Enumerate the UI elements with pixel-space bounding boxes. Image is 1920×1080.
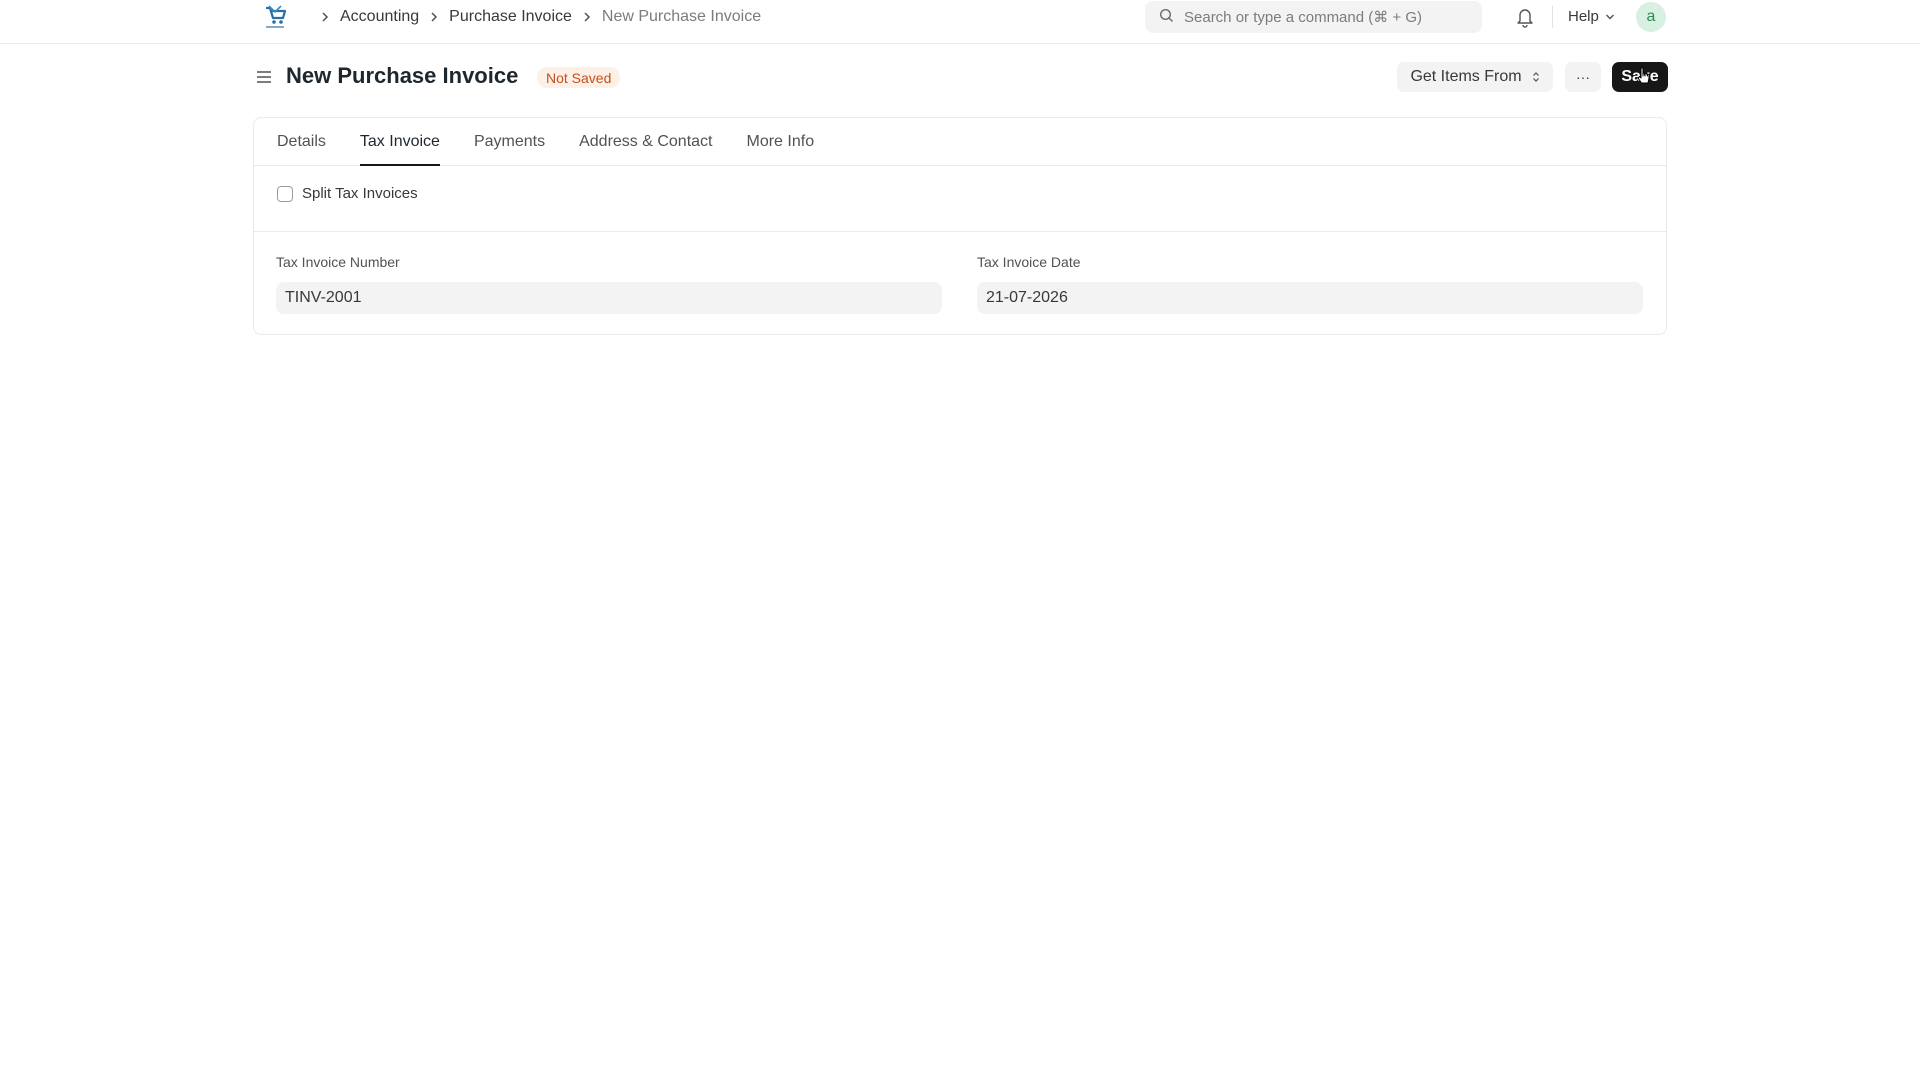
search-icon <box>1159 8 1174 27</box>
tab-details[interactable]: Details <box>277 118 326 165</box>
breadcrumb-accounting[interactable]: Accounting <box>340 8 419 26</box>
nav-divider <box>1552 6 1553 28</box>
page-title: New Purchase Invoice <box>286 63 519 88</box>
chevron-down-icon <box>1605 13 1615 21</box>
more-actions-button[interactable]: ··· <box>1565 62 1601 92</box>
status-badge: Not Saved <box>537 67 621 88</box>
tax-invoice-date-input[interactable] <box>977 282 1643 314</box>
tax-invoice-number-input[interactable] <box>276 282 942 314</box>
hamburger-menu-icon[interactable] <box>254 67 274 87</box>
search-bar[interactable] <box>1145 1 1482 33</box>
chevron-right-icon <box>320 11 330 23</box>
tab-more-info[interactable]: More Info <box>747 118 815 165</box>
tax-invoice-date-field: Tax Invoice Date <box>977 254 1643 314</box>
mouse-pointer-icon <box>1636 66 1652 86</box>
breadcrumb-purchase-invoice[interactable]: Purchase Invoice <box>449 8 572 26</box>
notification-bell-icon[interactable] <box>1515 6 1535 28</box>
sort-updown-icon <box>1532 71 1540 83</box>
navbar: Accounting Purchase Invoice New Purchase… <box>0 0 1920 44</box>
split-tax-invoices-checkbox[interactable] <box>277 185 293 202</box>
tax-invoice-date-label: Tax Invoice Date <box>977 254 1081 270</box>
help-dropdown[interactable]: Help <box>1568 0 1615 33</box>
chevron-right-icon <box>429 11 439 23</box>
tax-invoice-number-label: Tax Invoice Number <box>276 254 400 270</box>
split-tax-invoices-label: Split Tax Invoices <box>302 185 418 202</box>
help-label: Help <box>1568 8 1599 25</box>
chevron-right-icon <box>582 11 592 23</box>
split-tax-invoices-row: Split Tax Invoices <box>277 185 418 202</box>
get-items-from-label: Get Items From <box>1410 68 1522 85</box>
tab-address-contact[interactable]: Address & Contact <box>579 118 712 165</box>
form-tabs: Details Tax Invoice Payments Address & C… <box>254 118 1666 166</box>
get-items-from-button[interactable]: Get Items From <box>1397 62 1553 92</box>
user-avatar[interactable]: a <box>1636 2 1666 32</box>
form-card: Details Tax Invoice Payments Address & C… <box>253 117 1667 335</box>
tab-payments[interactable]: Payments <box>474 118 545 165</box>
app-logo-icon[interactable] <box>260 2 290 32</box>
breadcrumb: Accounting Purchase Invoice New Purchase… <box>310 0 761 33</box>
page-head: New Purchase Invoice Not Saved Get Items… <box>254 60 1668 94</box>
tab-tax-invoice[interactable]: Tax Invoice <box>359 118 441 166</box>
breadcrumb-current: New Purchase Invoice <box>601 7 762 25</box>
tax-invoice-number-field: Tax Invoice Number <box>276 254 942 314</box>
split-tax-section: Split Tax Invoices <box>254 166 1666 232</box>
search-input[interactable] <box>1184 8 1464 26</box>
